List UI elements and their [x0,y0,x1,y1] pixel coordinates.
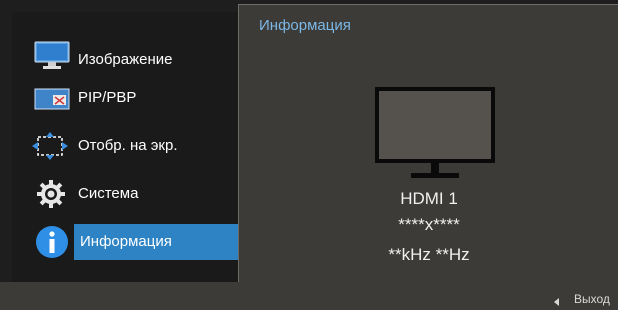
input-source: HDMI 1 [400,189,458,208]
left-arrow-icon [554,298,559,306]
exit-button[interactable]: Выход [574,292,610,306]
menu-item-onscreen-display[interactable]: Отобр. на экр. [12,128,238,164]
menu-item-label: Информация [74,224,240,260]
menu-item-system[interactable]: Система [12,176,238,212]
info-icon [34,224,70,265]
onscreen-display-icon [32,132,68,165]
pip-pbp-icon [34,88,70,115]
monitor-icon [375,87,495,186]
menu-item-label: Отобр. на экр. [78,137,178,154]
menu-item-label: Система [78,185,139,202]
menu-item-pip-pbp[interactable]: PIP/PBP [12,80,238,116]
frequency-value: **kHz **Hz [388,245,470,264]
main-menu: Изображение PIP/PBP Отобр. на экр. Систе… [12,12,240,282]
gear-icon [36,179,66,214]
information-panel: Информация HDMI 1 ****x**** **kHz **Hz [238,4,618,290]
osd-menu: Изображение PIP/PBP Отобр. на экр. Систе… [0,0,618,310]
display-icon [34,41,70,76]
footer-bar: Выход [0,282,618,310]
menu-item-label: Изображение [78,51,173,68]
menu-item-picture[interactable]: Изображение [12,38,238,74]
panel-title: Информация [259,17,351,34]
menu-item-information[interactable]: Информация [12,224,240,260]
resolution-value: ****x**** [398,215,460,234]
menu-item-label: PIP/PBP [78,89,137,106]
